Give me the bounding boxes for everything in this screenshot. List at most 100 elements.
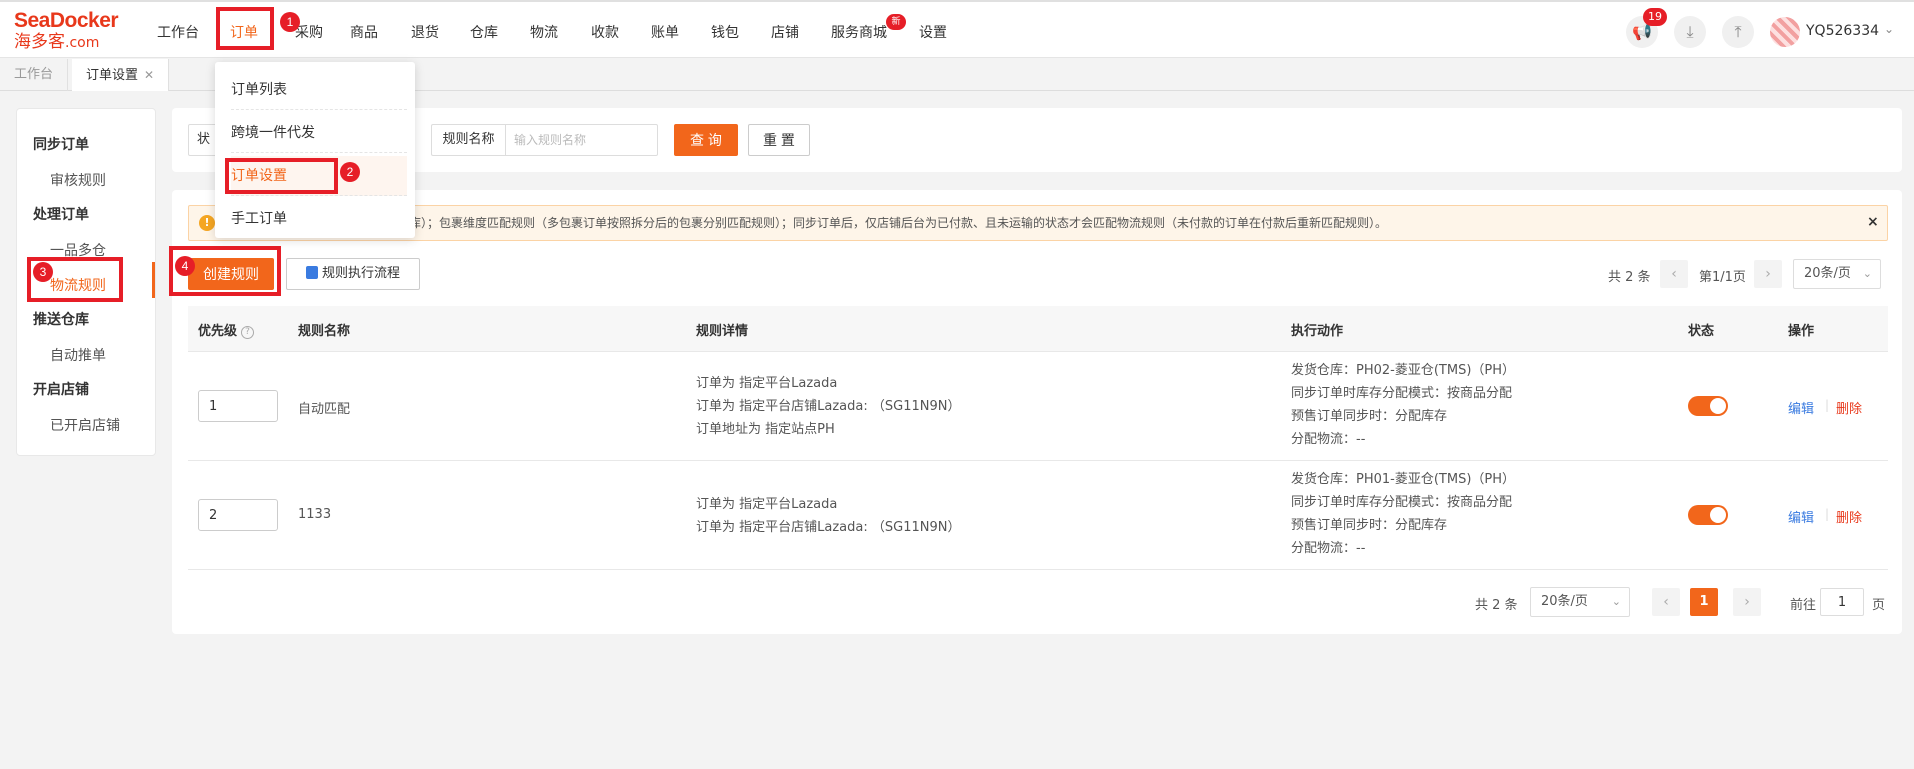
chevron-down-icon: ⌄ — [1611, 595, 1621, 608]
col-priority: 优先级? — [198, 320, 255, 339]
tab-workbench[interactable]: 工作台 — [0, 59, 69, 91]
step-marker-4: 4 — [175, 256, 195, 276]
rule-name: 1133 — [298, 507, 332, 522]
nav-item-service-mall[interactable]: 服务商城 — [831, 22, 887, 42]
nav-item-bill[interactable]: 账单 — [651, 22, 679, 42]
sidebar-active-indicator — [152, 262, 155, 298]
tab-label: 工作台 — [14, 67, 54, 82]
upload-icon[interactable]: ⤒ — [1722, 16, 1754, 48]
logo-text: SeaDocker — [14, 9, 119, 32]
table-row: 自动匹配 订单为 指定平台Lazada 订单为 指定平台店铺Lazada: （S… — [188, 352, 1888, 461]
prev-page-button[interactable]: ‹ — [1660, 260, 1688, 288]
priority-input[interactable] — [198, 390, 278, 422]
nav-item-shop[interactable]: 店铺 — [771, 22, 799, 42]
tab-order-settings[interactable]: 订单设置 ✕ — [72, 59, 170, 91]
sidebar-item-auto-push[interactable]: 自动推单 — [50, 345, 106, 365]
info-icon: ! — [199, 215, 215, 231]
annotation-box-order-settings — [225, 158, 338, 194]
rule-name: 自动匹配 — [298, 402, 351, 417]
rule-detail-line: 订单为 指定平台店铺Lazada: （SG11N9N） — [696, 520, 961, 535]
page-size-select[interactable]: 20条/页 ⌄ — [1793, 259, 1881, 289]
priority-input[interactable] — [198, 499, 278, 531]
sidebar-group-sync-order: 同步订单 — [33, 137, 89, 153]
pager-total: 共 2 条 — [1475, 598, 1518, 613]
menu-item-manual-order[interactable]: 手工订单 — [231, 199, 407, 239]
username[interactable]: YQ526334 — [1806, 23, 1879, 39]
step-marker-2: 2 — [340, 162, 360, 182]
action-line: 预售订单同步时：分配库存 — [1291, 518, 1448, 533]
action-line: 同步订单时库存分配模式：按商品分配 — [1291, 495, 1513, 510]
col-action: 执行动作 — [1291, 324, 1344, 339]
status-toggle[interactable] — [1688, 396, 1728, 416]
page-size-value: 20条/页 — [1541, 594, 1588, 609]
col-operation: 操作 — [1788, 324, 1815, 339]
search-button[interactable]: 查 询 — [674, 124, 738, 156]
goto-label: 前往 — [1790, 598, 1817, 613]
close-icon[interactable]: × — [1867, 214, 1879, 230]
rule-flow-button[interactable]: 规则执行流程 — [286, 258, 420, 290]
page-size-select[interactable]: 20条/页 ⌄ — [1530, 587, 1630, 617]
rule-detail-line: 订单为 指定平台Lazada — [696, 376, 838, 391]
sidebar-item-enabled-shops[interactable]: 已开启店铺 — [50, 415, 120, 435]
link-divider: | — [1825, 507, 1830, 521]
rule-detail-line: 订单为 指定平台Lazada — [696, 497, 838, 512]
notification-count-badge: 19 — [1643, 8, 1667, 26]
nav-item-warehouse[interactable]: 仓库 — [470, 22, 498, 42]
rule-name-input[interactable] — [505, 124, 658, 156]
col-status: 状态 — [1688, 324, 1715, 339]
logo-subtext: 海多客.com — [14, 32, 100, 52]
nav-item-logistics[interactable]: 物流 — [530, 22, 558, 42]
delete-link[interactable]: 删除 — [1836, 507, 1862, 526]
link-divider: | — [1825, 398, 1830, 412]
delete-link[interactable]: 删除 — [1836, 398, 1862, 417]
pager-page-indicator: 第1/1页 — [1699, 270, 1746, 285]
chevron-down-icon[interactable]: ⌄ — [1884, 22, 1894, 36]
rule-flow-label: 规则执行流程 — [321, 266, 400, 281]
next-page-button[interactable]: › — [1754, 260, 1782, 288]
step-marker-1: 1 — [280, 12, 300, 32]
action-line: 发货仓库：PH02-菱亚仓(TMS)（PH） — [1291, 363, 1516, 378]
sidebar-item-audit-rule[interactable]: 审核规则 — [50, 170, 106, 190]
pager-total: 共 2 条 — [1608, 270, 1651, 285]
nav-item-settings[interactable]: 设置 — [919, 22, 947, 42]
rule-actions: 发货仓库：PH02-菱亚仓(TMS)（PH） 同步订单时库存分配模式：按商品分配… — [1291, 359, 1515, 451]
chevron-down-icon: ⌄ — [1862, 267, 1872, 280]
close-icon[interactable]: ✕ — [144, 68, 154, 82]
menu-item-order-list[interactable]: 订单列表 — [231, 70, 407, 110]
rule-actions: 发货仓库：PH01-菱亚仓(TMS)（PH） 同步订单时库存分配模式：按商品分配… — [1291, 468, 1515, 560]
action-line: 发货仓库：PH01-菱亚仓(TMS)（PH） — [1291, 472, 1516, 487]
nav-item-wallet[interactable]: 钱包 — [711, 22, 739, 42]
help-icon[interactable]: ? — [241, 326, 255, 339]
col-rule-detail: 规则详情 — [696, 324, 749, 339]
notice-bar: 仓库（平台物流订单不需要分配仓库）；包裹维度匹配规则（多包裹订单按照拆分后的包裹… — [188, 205, 1888, 241]
table-header: 优先级? 规则名称 规则详情 执行动作 状态 操作 — [188, 306, 1888, 352]
edit-link[interactable]: 编辑 — [1788, 398, 1814, 417]
status-toggle[interactable] — [1688, 505, 1728, 525]
rule-detail: 订单为 指定平台Lazada 订单为 指定平台店铺Lazada: （SG11N9… — [696, 493, 960, 539]
sidebar-group-enable-shop: 开启店铺 — [33, 382, 89, 398]
rule-detail-line: 订单地址为 指定站点PH — [696, 422, 835, 437]
order-dropdown-menu: 订单列表 跨境一件代发 订单设置 手工订单 — [215, 62, 415, 238]
prev-page-button[interactable]: ‹ — [1652, 588, 1680, 616]
rule-detail: 订单为 指定平台Lazada 订单为 指定平台店铺Lazada: （SG11N9… — [696, 372, 960, 441]
action-line: 预售订单同步时：分配库存 — [1291, 409, 1448, 424]
edit-link[interactable]: 编辑 — [1788, 507, 1814, 526]
new-badge-icon: 新 — [886, 14, 906, 30]
goto-page-input[interactable] — [1820, 588, 1864, 616]
nav-item-receipt[interactable]: 收款 — [591, 22, 619, 42]
next-page-button[interactable]: › — [1733, 588, 1761, 616]
avatar[interactable] — [1770, 17, 1800, 47]
document-icon — [305, 266, 318, 279]
col-rule-name: 规则名称 — [298, 324, 351, 339]
menu-item-dropshipping[interactable]: 跨境一件代发 — [231, 113, 407, 153]
nav-item-return[interactable]: 退货 — [411, 22, 439, 42]
nav-item-product[interactable]: 商品 — [350, 22, 378, 42]
page-size-value: 20条/页 — [1804, 266, 1851, 281]
annotation-box-order-nav — [216, 7, 274, 50]
download-icon[interactable]: ⤓ — [1674, 16, 1706, 48]
sidebar-group-process-order: 处理订单 — [33, 207, 89, 223]
nav-item-workbench[interactable]: 工作台 — [157, 22, 199, 42]
reset-button[interactable]: 重 置 — [748, 124, 810, 156]
page-number-current[interactable]: 1 — [1690, 588, 1718, 616]
logo[interactable]: SeaDocker 海多客.com — [14, 10, 124, 54]
